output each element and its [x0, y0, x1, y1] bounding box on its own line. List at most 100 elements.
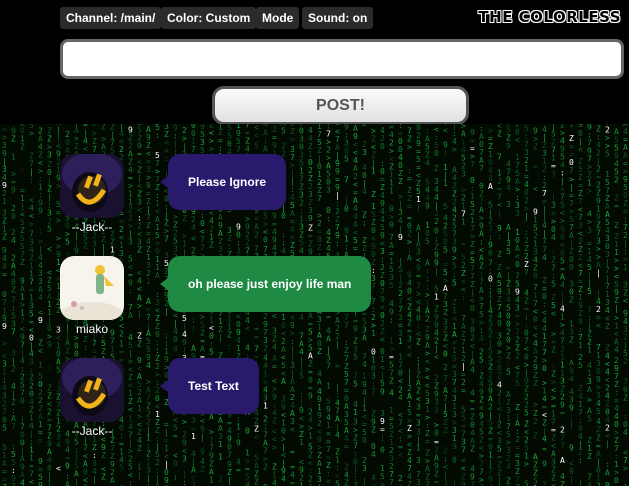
svg-text:1: 1 [443, 179, 448, 188]
svg-text:3: 3 [11, 482, 16, 486]
post-button[interactable]: POST! [212, 86, 469, 125]
svg-text:4: 4 [551, 233, 556, 242]
svg-text:<: < [398, 482, 403, 486]
svg-text:5: 5 [551, 280, 556, 289]
svg-text::: : [47, 364, 52, 373]
svg-text:9: 9 [461, 480, 466, 486]
svg-text:<: < [47, 245, 52, 254]
sound-toggle-button[interactable]: Sound: on [302, 7, 374, 29]
svg-text:Z: Z [443, 426, 448, 435]
svg-text:Z: Z [434, 164, 439, 173]
svg-text:=: = [560, 409, 565, 418]
svg-text:1: 1 [434, 293, 439, 302]
svg-text::: : [227, 342, 232, 351]
svg-text:0: 0 [488, 248, 493, 257]
svg-text:5: 5 [254, 141, 259, 150]
svg-text:3: 3 [416, 456, 421, 465]
little-prince-icon[interactable] [60, 256, 124, 320]
svg-text:|: | [335, 340, 340, 349]
svg-text:<: < [290, 425, 295, 434]
svg-text:5: 5 [605, 150, 610, 159]
svg-text:=: = [344, 442, 349, 451]
svg-text:9: 9 [38, 206, 43, 215]
svg-text:Z: Z [425, 481, 430, 486]
message-input[interactable] [60, 39, 624, 79]
svg-text:1: 1 [353, 408, 358, 417]
svg-text:0: 0 [380, 446, 385, 455]
channel-button[interactable]: Channel: /main/ [60, 7, 162, 29]
svg-text:<: < [380, 335, 385, 344]
svg-text:|: | [92, 475, 97, 484]
svg-text:Z: Z [92, 124, 97, 128]
svg-text::: : [29, 175, 34, 184]
svg-text:Z: Z [407, 480, 412, 486]
svg-text:5: 5 [47, 225, 52, 234]
svg-text::: : [578, 456, 583, 465]
svg-text:>: > [29, 220, 34, 229]
svg-text:=: = [326, 313, 331, 322]
svg-text:4: 4 [281, 246, 286, 255]
svg-text:Z: Z [587, 452, 592, 461]
svg-text:<: < [137, 284, 142, 293]
svg-text::: : [173, 472, 178, 481]
svg-text:4: 4 [272, 479, 277, 486]
svg-text:5: 5 [515, 379, 520, 388]
svg-text:1: 1 [263, 401, 268, 410]
svg-text:7: 7 [164, 234, 169, 243]
svg-text:Z: Z [344, 479, 349, 486]
svg-text:0: 0 [470, 124, 475, 125]
svg-text:7: 7 [344, 176, 349, 185]
svg-text:3: 3 [362, 464, 367, 473]
svg-text:<: < [398, 451, 403, 460]
svg-text:|: | [434, 266, 439, 275]
svg-text::: : [128, 287, 133, 296]
svg-text:2: 2 [254, 230, 259, 239]
svg-text:1: 1 [326, 382, 331, 391]
svg-text:1: 1 [371, 166, 376, 175]
svg-text:4: 4 [11, 236, 16, 245]
svg-text:Z: Z [623, 393, 628, 402]
svg-text:4: 4 [146, 361, 151, 370]
svg-text:5: 5 [425, 237, 430, 246]
svg-text:7: 7 [497, 153, 502, 162]
svg-text:0: 0 [434, 429, 439, 438]
svg-text:1: 1 [623, 263, 628, 272]
glowing-smile-icon[interactable] [60, 358, 124, 422]
message-author: --Jack-- [60, 154, 124, 234]
svg-text:<: < [434, 352, 439, 361]
svg-text::: : [38, 226, 43, 235]
svg-text:Z: Z [605, 322, 610, 331]
svg-text:7: 7 [344, 321, 349, 330]
svg-text:4: 4 [587, 480, 592, 486]
svg-text:2: 2 [515, 351, 520, 360]
svg-text:>: > [407, 142, 412, 151]
svg-text:Z: Z [272, 416, 277, 425]
svg-text:3: 3 [506, 200, 511, 209]
svg-text:1: 1 [11, 153, 16, 162]
svg-text:1: 1 [578, 341, 583, 350]
svg-text:3: 3 [128, 238, 133, 247]
svg-text:4: 4 [371, 450, 376, 459]
color-button[interactable]: Color: Custom [161, 7, 257, 29]
username: --Jack-- [60, 220, 124, 234]
svg-text:2: 2 [434, 217, 439, 226]
svg-text:0: 0 [47, 168, 52, 177]
svg-text:3: 3 [551, 169, 556, 178]
svg-text:2: 2 [533, 417, 538, 426]
svg-text:Z: Z [83, 242, 88, 251]
svg-text:Z: Z [227, 331, 232, 340]
svg-text:>: > [587, 187, 592, 196]
mode-button[interactable]: Mode [256, 7, 300, 29]
svg-text:7: 7 [389, 478, 394, 486]
svg-text:1: 1 [47, 480, 52, 486]
svg-text:1: 1 [398, 337, 403, 346]
svg-text:9: 9 [398, 233, 403, 242]
svg-text:9: 9 [542, 460, 547, 469]
svg-text:2: 2 [623, 357, 628, 366]
svg-text:0: 0 [362, 436, 367, 445]
svg-text:=: = [533, 162, 538, 171]
svg-text:=: = [281, 483, 286, 486]
svg-text:<: < [578, 145, 583, 154]
svg-text:9: 9 [308, 214, 313, 223]
glowing-smile-icon[interactable] [60, 154, 124, 218]
